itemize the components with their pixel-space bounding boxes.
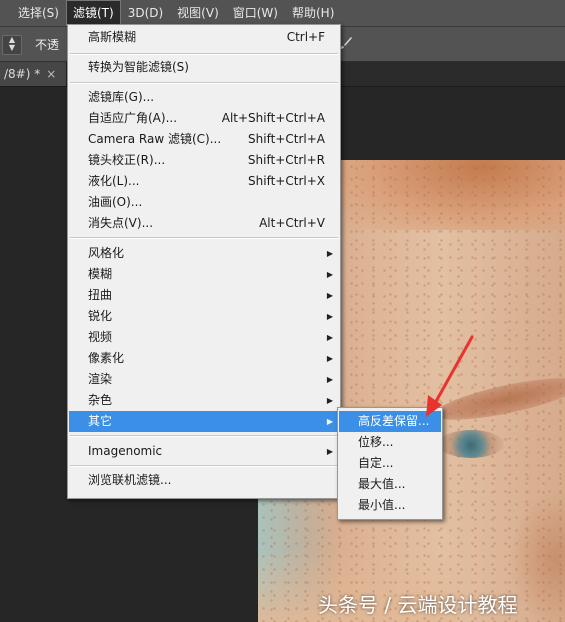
document-tab[interactable]: /8#) * ×: [0, 62, 68, 86]
menu-item-gaussian-blur[interactable]: 高斯模糊 Ctrl+F: [69, 27, 339, 48]
menu-window[interactable]: 窗口(W): [226, 0, 285, 26]
menu-item-blur[interactable]: 模糊 ▶: [69, 264, 339, 285]
menu-item-convert-smart-filter[interactable]: 转换为智能滤镜(S): [69, 57, 339, 78]
menu-separator: [70, 53, 338, 55]
menu-select[interactable]: 选择(S): [0, 0, 66, 26]
menu-item-noise[interactable]: 杂色 ▶: [69, 390, 339, 411]
menu-item-imagenomic[interactable]: Imagenomic ▶: [69, 441, 339, 462]
menu-item-liquify[interactable]: 液化(L)... Shift+Ctrl+X: [69, 171, 339, 192]
menu-separator: [70, 82, 338, 84]
watermark-text: 头条号 / 云端设计教程: [318, 593, 518, 617]
submenu-arrow-icon: ▶: [326, 375, 333, 384]
menu-item-other[interactable]: 其它 ▶: [69, 411, 339, 432]
stepper-control[interactable]: ▲ ▼: [2, 35, 22, 55]
menu-item-oil-paint[interactable]: 油画(O)...: [69, 192, 339, 213]
submenu-item-offset[interactable]: 位移...: [339, 432, 441, 453]
submenu-arrow-icon: ▶: [326, 417, 333, 426]
submenu-item-custom[interactable]: 自定...: [339, 453, 441, 474]
menu-separator: [70, 237, 338, 239]
submenu-arrow-icon: ▶: [326, 270, 333, 279]
menu-help[interactable]: 帮助(H): [285, 0, 341, 26]
menu-item-lens-correction[interactable]: 镜头校正(R)... Shift+Ctrl+R: [69, 150, 339, 171]
submenu-arrow-icon: ▶: [326, 249, 333, 258]
menu-bar: 选择(S) 滤镜(T) 3D(D) 视图(V) 窗口(W) 帮助(H): [0, 0, 565, 27]
menu-item-camera-raw[interactable]: Camera Raw 滤镜(C)... Shift+Ctrl+A: [69, 129, 339, 150]
submenu-arrow-icon: ▶: [326, 354, 333, 363]
submenu-item-maximum[interactable]: 最大值...: [339, 474, 441, 495]
menu-item-browse-online-filters[interactable]: 浏览联机滤镜...: [69, 470, 339, 491]
submenu-arrow-icon: ▶: [326, 312, 333, 321]
menu-separator: [70, 435, 338, 437]
annotation-arrow-icon: [426, 335, 474, 417]
menu-item-distort[interactable]: 扭曲 ▶: [69, 285, 339, 306]
menu-item-pixelate[interactable]: 像素化 ▶: [69, 348, 339, 369]
filter-menu: 高斯模糊 Ctrl+F 转换为智能滤镜(S) 滤镜库(G)... 自适应广角(A)…: [67, 24, 341, 499]
menu-separator: [70, 465, 338, 467]
document-tab-title: /8#) *: [4, 67, 41, 81]
menu-item-adaptive-wide-angle[interactable]: 自适应广角(A)... Alt+Shift+Ctrl+A: [69, 108, 339, 129]
menu-3d[interactable]: 3D(D): [121, 0, 170, 26]
menu-item-vanishing-point[interactable]: 消失点(V)... Alt+Ctrl+V: [69, 213, 339, 234]
submenu-arrow-icon: ▶: [326, 447, 333, 456]
opacity-label: 不透: [35, 38, 60, 52]
submenu-arrow-icon: ▶: [326, 333, 333, 342]
close-icon[interactable]: ×: [46, 67, 56, 81]
other-submenu: 高反差保留... 位移... 自定... 最大值... 最小值...: [337, 407, 443, 520]
menu-item-video[interactable]: 视频 ▶: [69, 327, 339, 348]
menu-item-sharpen[interactable]: 锐化 ▶: [69, 306, 339, 327]
submenu-item-minimum[interactable]: 最小值...: [339, 495, 441, 516]
menu-item-stylize[interactable]: 风格化 ▶: [69, 243, 339, 264]
submenu-arrow-icon: ▶: [326, 291, 333, 300]
submenu-arrow-icon: ▶: [326, 396, 333, 405]
menu-filter[interactable]: 滤镜(T): [65, 0, 121, 26]
menu-item-filter-gallery[interactable]: 滤镜库(G)...: [69, 87, 339, 108]
menu-item-render[interactable]: 渲染 ▶: [69, 369, 339, 390]
menu-view[interactable]: 视图(V): [170, 0, 226, 26]
